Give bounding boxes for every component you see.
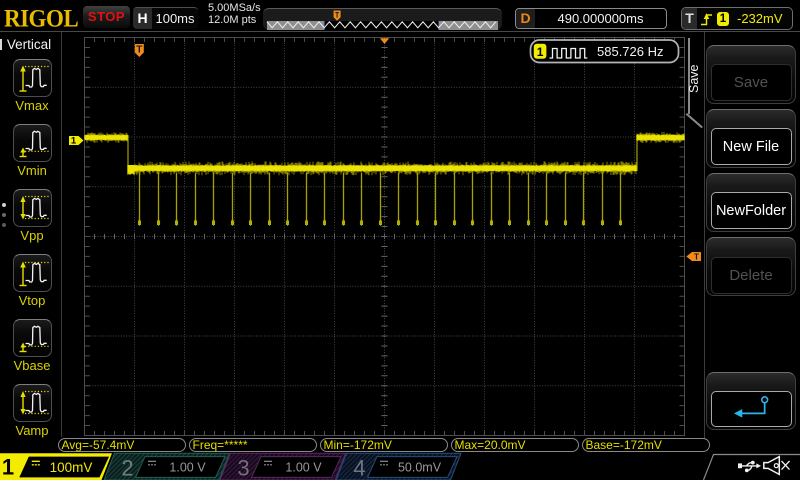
svg-text:1: 1 — [537, 45, 544, 59]
svg-text:1.00 V: 1.00 V — [169, 461, 206, 475]
svg-text:1: 1 — [2, 455, 14, 480]
svg-text:585.726 Hz: 585.726 Hz — [597, 44, 664, 59]
svg-text:50.0mV: 50.0mV — [398, 461, 442, 475]
svg-text:T: T — [136, 45, 142, 56]
svg-text:4: 4 — [353, 456, 365, 480]
svg-text:100mV: 100mV — [50, 460, 93, 475]
svg-text:3: 3 — [237, 456, 249, 480]
svg-text:T: T — [694, 252, 700, 262]
svg-text:2: 2 — [121, 456, 133, 480]
svg-text:1.00 V: 1.00 V — [285, 461, 322, 475]
svg-text:1: 1 — [71, 135, 77, 146]
